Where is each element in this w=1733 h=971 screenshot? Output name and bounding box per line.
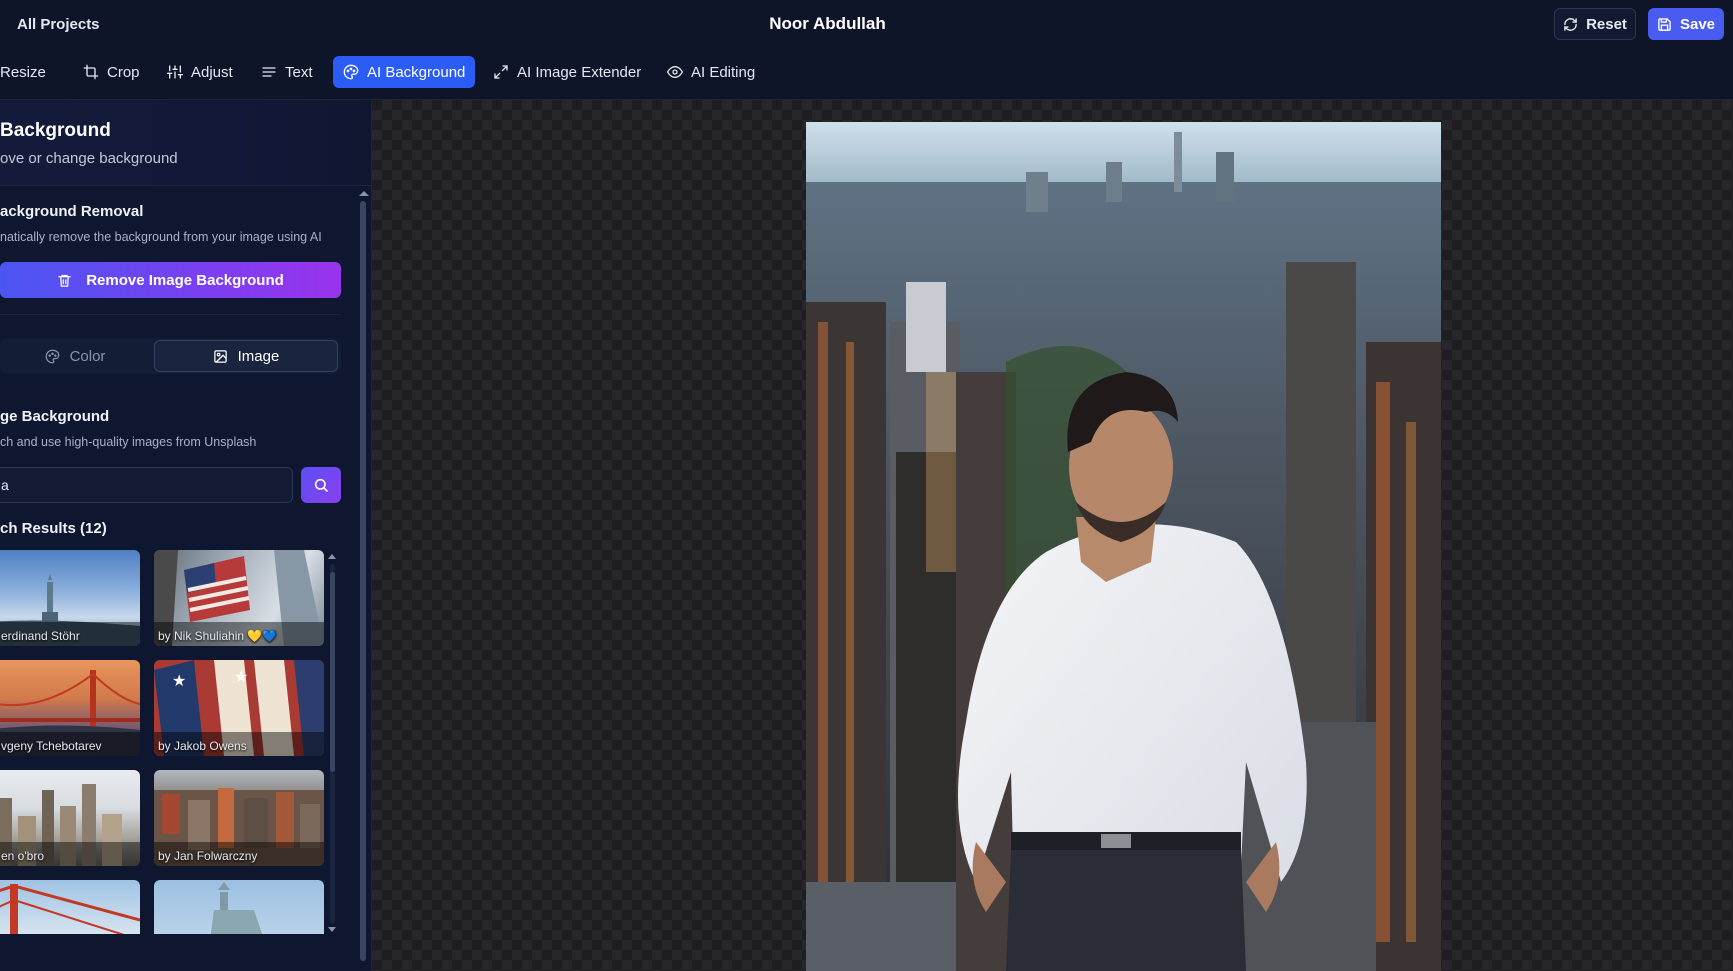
tool-adjust-label: Adjust <box>191 63 233 81</box>
result-tile[interactable]: erdinand Stöhr <box>0 550 140 646</box>
mode-image-label: Image <box>237 347 280 365</box>
search-results-label: ch Results (12) <box>0 520 107 537</box>
result-tile[interactable] <box>154 880 324 934</box>
tool-resize[interactable]: Resize <box>0 56 56 88</box>
search-results-grid: erdinand Stöhr by Nik Shuliahin 💛💙 vgeny… <box>0 550 340 934</box>
remove-background-button[interactable]: Remove Image Background <box>0 262 341 298</box>
result-credit: by Jan Folwarczny <box>158 849 258 863</box>
floppy-disk-icon <box>1658 17 1671 31</box>
sliders-icon <box>167 65 183 79</box>
scroll-up-arrow-icon <box>328 554 336 559</box>
tool-toolbar: Resize Crop Adjust Text AI Background AI… <box>0 48 1733 100</box>
panel-title: Background <box>0 120 111 141</box>
tool-ai-background[interactable]: AI Background <box>333 56 476 88</box>
mode-image-option[interactable]: Image <box>154 340 338 372</box>
result-credit: en o'bro <box>1 849 44 863</box>
remove-background-label: Remove Image Background <box>86 271 284 289</box>
tool-ai-image-extender[interactable]: AI Image Extender <box>483 56 651 88</box>
tool-text[interactable]: Text <box>251 56 323 88</box>
scroll-down-arrow-icon <box>328 927 336 932</box>
mode-color-option[interactable]: Color <box>0 340 150 372</box>
results-scrollbar[interactable] <box>327 552 337 936</box>
result-credit: by Nik Shuliahin 💛💙 <box>158 629 278 643</box>
svg-text:★: ★ <box>234 667 248 686</box>
save-button[interactable]: Save <box>1648 8 1724 40</box>
tool-resize-label: Resize <box>0 63 46 81</box>
tool-adjust[interactable]: Adjust <box>157 56 243 88</box>
divider <box>0 314 341 315</box>
crop-icon <box>83 64 99 80</box>
reset-label: Reset <box>1586 15 1627 33</box>
scroll-thumb[interactable] <box>360 201 366 961</box>
golden-gate-bridge-image <box>0 884 140 934</box>
eye-icon <box>667 65 683 79</box>
panel-scrollbar[interactable] <box>358 185 370 971</box>
background-panel: Background ove or change background ackg… <box>0 100 372 971</box>
palette-icon <box>343 64 359 80</box>
scroll-up-arrow-icon <box>359 191 369 196</box>
result-credit: erdinand Stöhr <box>1 629 80 643</box>
city-portrait-image <box>806 122 1441 971</box>
tool-crop-label: Crop <box>107 63 140 81</box>
statue-of-liberty-image <box>210 882 262 934</box>
image-background-description: ch and use high-quality images from Unsp… <box>0 435 257 449</box>
panel-header: Background ove or change background <box>0 100 371 186</box>
result-tile[interactable]: by Jan Folwarczny <box>154 770 324 866</box>
svg-text:★: ★ <box>172 671 186 690</box>
tool-crop[interactable]: Crop <box>73 56 150 88</box>
refresh-icon <box>1564 17 1577 31</box>
result-credit: vgeny Tchebotarev <box>1 739 102 753</box>
expand-icon <box>494 65 508 79</box>
scroll-thumb[interactable] <box>330 572 335 772</box>
top-bar: All Projects Noor Abdullah Reset Save <box>0 0 1733 48</box>
image-background-title: ge Background <box>0 408 110 425</box>
tool-text-label: Text <box>285 63 313 81</box>
result-tile[interactable] <box>0 880 140 934</box>
tool-ai-editing-label: AI Editing <box>691 63 756 81</box>
text-icon <box>262 67 276 77</box>
reset-button[interactable]: Reset <box>1554 8 1636 40</box>
result-tile[interactable]: by Nik Shuliahin 💛💙 <box>154 550 324 646</box>
result-tile[interactable]: vgeny Tchebotarev <box>0 660 140 756</box>
edited-photo[interactable] <box>806 122 1441 971</box>
removal-title: ackground Removal <box>0 203 144 220</box>
editor-canvas[interactable] <box>372 100 1733 971</box>
palette-icon <box>45 349 59 363</box>
trash-icon <box>58 274 71 287</box>
result-credit: by Jakob Owens <box>158 739 247 753</box>
removal-description: natically remove the background from you… <box>0 230 322 244</box>
result-tile[interactable]: ★ ★ by Jakob Owens <box>154 660 324 756</box>
tool-ai-image-extender-label: AI Image Extender <box>517 63 642 81</box>
save-label: Save <box>1679 15 1716 33</box>
tool-ai-editing[interactable]: AI Editing <box>657 56 765 88</box>
mode-color-label: Color <box>69 347 106 365</box>
tool-ai-background-label: AI Background <box>367 63 466 81</box>
panel-subtitle: ove or change background <box>0 150 178 167</box>
image-icon <box>213 349 227 363</box>
search-icon <box>314 478 328 492</box>
project-title: Noor Abdullah <box>769 14 886 33</box>
search-button[interactable] <box>301 467 341 503</box>
result-tile[interactable]: en o'bro <box>0 770 140 866</box>
background-mode-toggle: Color Image <box>0 338 341 374</box>
unsplash-search-input[interactable] <box>0 467 293 503</box>
